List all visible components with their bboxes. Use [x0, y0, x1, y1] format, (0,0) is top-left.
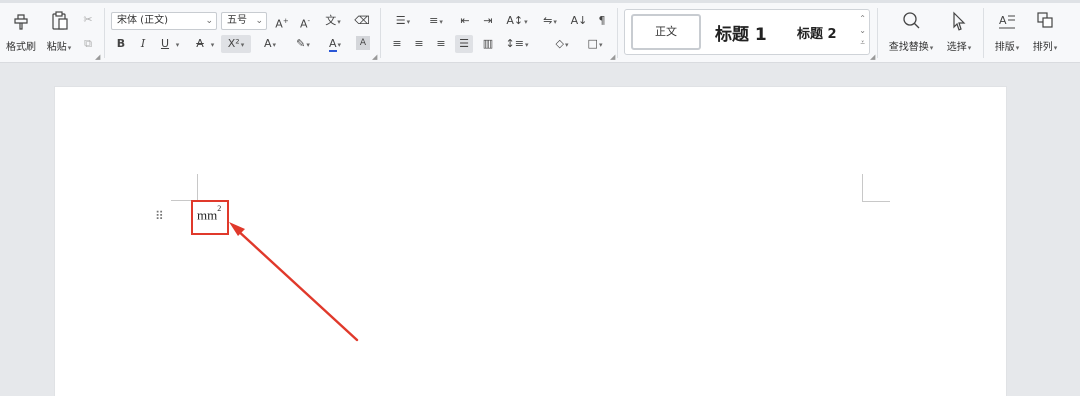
annotation-arrow-icon [229, 222, 359, 342]
